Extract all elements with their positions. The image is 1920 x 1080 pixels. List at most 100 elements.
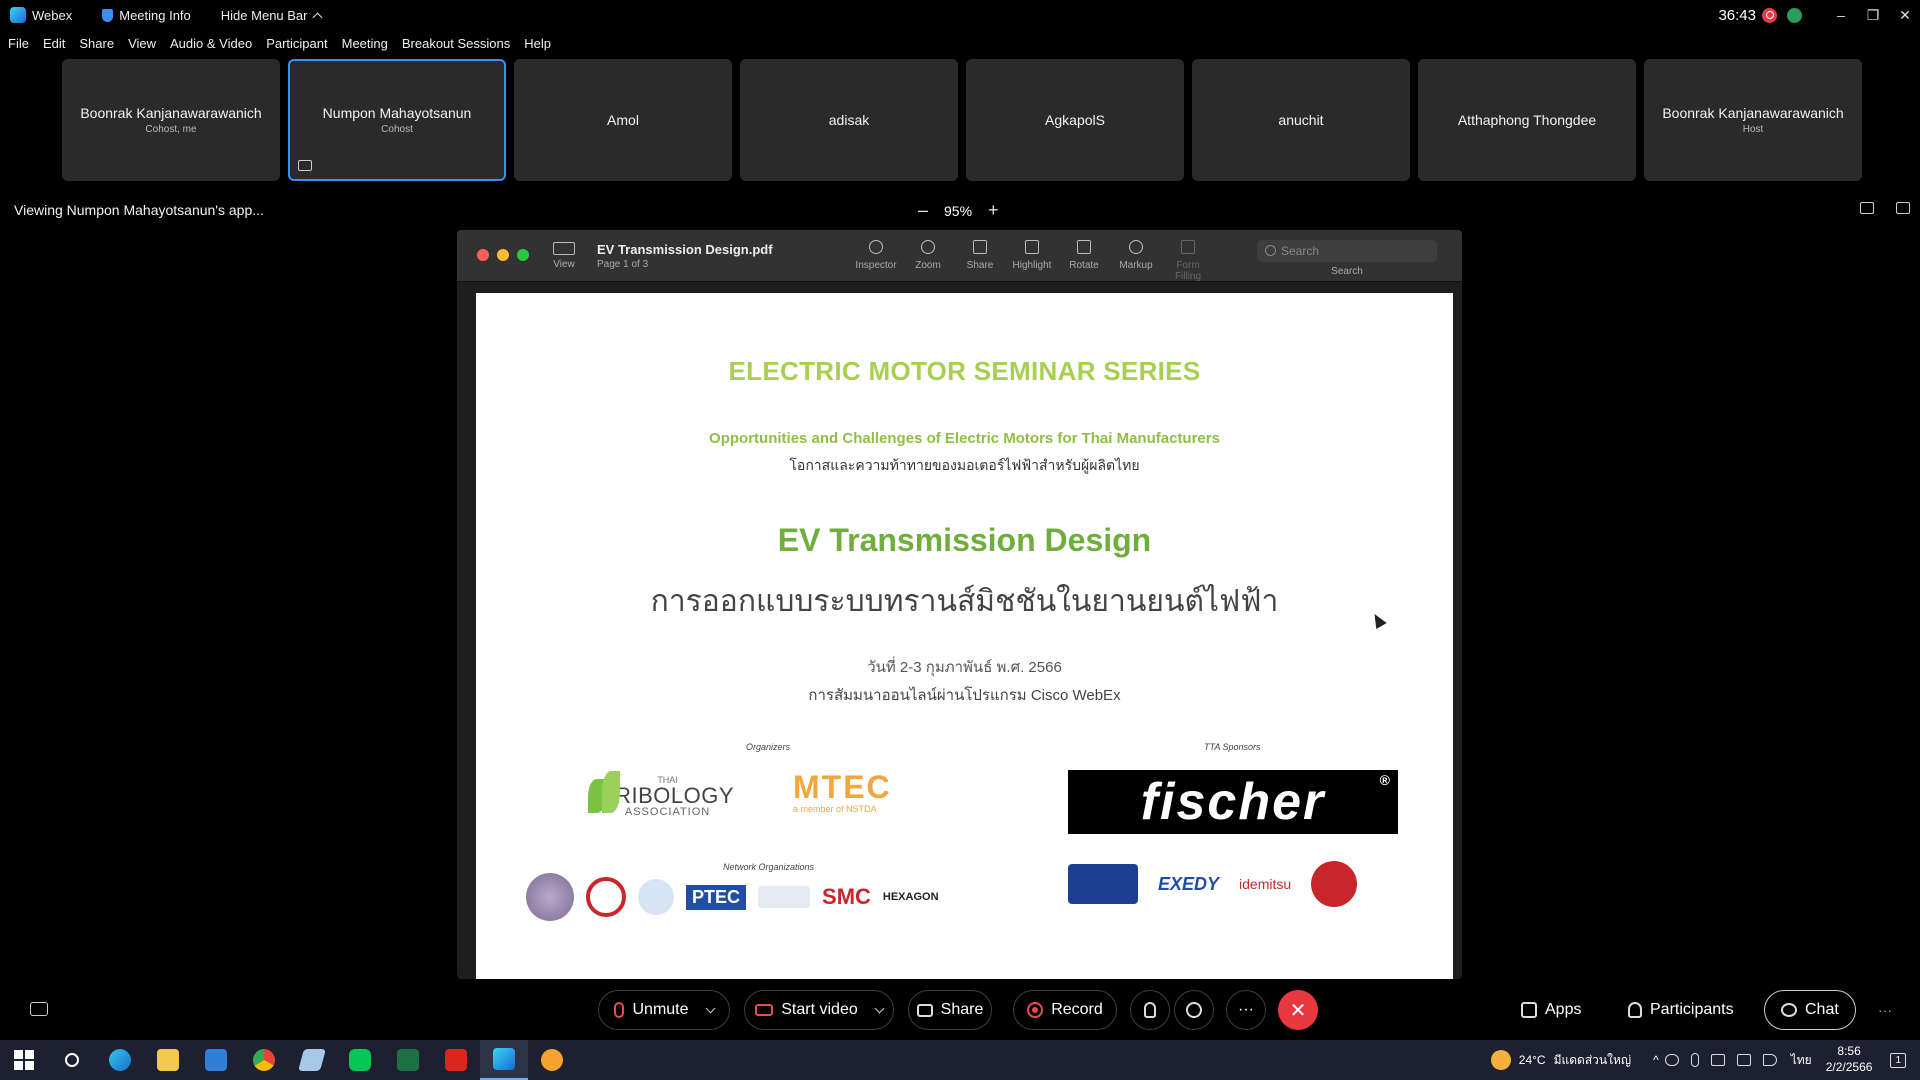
unmute-button[interactable]: Unmute (598, 990, 730, 1030)
participant-tile[interactable]: anuchit (1192, 59, 1410, 181)
page-info: Page 1 of 3 (597, 259, 649, 270)
microphone-muted-icon (614, 1002, 625, 1018)
edge-app[interactable] (96, 1040, 144, 1080)
onedrive-icon[interactable] (1664, 1054, 1679, 1066)
zoom-level: 95% (944, 202, 973, 219)
chat-button[interactable]: Chat (1764, 990, 1856, 1030)
webex-app[interactable] (480, 1040, 528, 1080)
microphone-icon[interactable] (1690, 1053, 1699, 1067)
annotate-icon[interactable] (1860, 202, 1874, 214)
recording-indicator-icon[interactable] (1762, 7, 1777, 23)
sponsors-label: TTA Sponsors (1204, 742, 1261, 752)
view-button[interactable]: View (553, 242, 575, 270)
minimize-button[interactable]: – (1826, 7, 1856, 23)
window-close-icon[interactable] (477, 249, 489, 261)
highlight-button[interactable]: Highlight (1006, 240, 1058, 282)
end-meeting-button[interactable]: ✕ (1278, 990, 1318, 1030)
menu-help[interactable]: Help (524, 36, 551, 51)
window-minimize-icon[interactable] (497, 249, 509, 261)
excel-app[interactable] (384, 1040, 432, 1080)
raise-hand-button[interactable] (1130, 990, 1170, 1030)
menu-view[interactable]: View (128, 36, 156, 51)
participant-tile[interactable]: Boonrak Kanjanawarawanich Cohost, me (62, 59, 280, 181)
chrome-app[interactable] (240, 1040, 288, 1080)
battery-icon[interactable] (1710, 1054, 1725, 1066)
meeting-info-label: Meeting Info (119, 7, 191, 23)
view-label: View (553, 259, 575, 270)
participant-tile-active[interactable]: Numpon Mahayotsanun Cohost (288, 59, 506, 181)
closed-captions-icon[interactable] (30, 1002, 48, 1016)
start-button[interactable] (0, 1040, 48, 1080)
hide-menu-bar-button[interactable]: Hide Menu Bar (211, 0, 331, 30)
menu-breakout-sessions[interactable]: Breakout Sessions (402, 36, 510, 51)
tray-overflow-icon[interactable]: ^ (1653, 1053, 1659, 1067)
document-title: EV Transmission Design.pdf (597, 242, 773, 257)
explorer-app[interactable] (144, 1040, 192, 1080)
line-app[interactable] (336, 1040, 384, 1080)
chevron-down-icon[interactable] (874, 1003, 885, 1013)
network-stats-icon[interactable] (1787, 7, 1802, 23)
inspector-button[interactable]: Inspector (850, 240, 902, 282)
participant-tile[interactable]: Amol (514, 59, 732, 181)
windows-taskbar: 24°C มีแดดส่วนใหญ่ ^ ไทย 8:56 2/2/2566 1 (0, 1040, 1920, 1080)
sidebar-icon (553, 242, 575, 255)
reactions-button[interactable] (1174, 990, 1214, 1030)
page-title-thai: การออกแบบระบบทรานส์มิชชันในยานยนต์ไฟฟ้า (650, 585, 1279, 618)
weather-temp[interactable]: 24°C (1519, 1053, 1546, 1067)
participant-tile[interactable]: AgkapolS (966, 59, 1184, 181)
share-tool-button[interactable]: Share (954, 240, 1006, 282)
sponsor-logos: EXEDY idemitsu (1068, 861, 1358, 907)
menu-file[interactable]: File (8, 36, 29, 51)
input-language[interactable]: ไทย (1791, 1051, 1812, 1070)
seminar-series-title: ELECTRIC MOTOR SEMINAR SERIES (728, 356, 1201, 386)
restore-button[interactable]: ❐ (1858, 7, 1888, 24)
pdf-search-input[interactable]: Search (1257, 240, 1437, 262)
participant-role: Host (1742, 124, 1764, 135)
overflow-button[interactable]: ··· (1878, 990, 1892, 1030)
share-button[interactable]: Share (908, 990, 992, 1030)
mail-icon (205, 1049, 227, 1071)
weather-icon[interactable] (1490, 1050, 1511, 1070)
magnifier-icon (921, 240, 935, 254)
volume-icon[interactable] (1762, 1054, 1777, 1066)
acrobat-app[interactable] (432, 1040, 480, 1080)
close-button[interactable]: ✕ (1890, 7, 1920, 24)
weather-desc[interactable]: มีแดดส่วนใหญ่ (1554, 1051, 1632, 1070)
chevron-down-icon[interactable] (705, 1003, 715, 1013)
clock[interactable]: 8:56 2/2/2566 (1826, 1044, 1873, 1075)
notes-app[interactable] (288, 1040, 336, 1080)
participant-name: Numpon Mahayotsanun (322, 105, 472, 121)
popout-share-icon[interactable] (1896, 202, 1910, 214)
acrobat-icon (445, 1049, 467, 1071)
search-taskbar-button[interactable] (48, 1040, 96, 1080)
record-button[interactable]: Record (1013, 990, 1117, 1030)
menu-share[interactable]: Share (79, 36, 114, 51)
menu-participant[interactable]: Participant (266, 36, 327, 51)
meeting-info-button[interactable]: Meeting Info (92, 0, 201, 30)
zoom-button[interactable]: Zoom (902, 240, 954, 282)
participant-tile[interactable]: Atthaphong Thongdee (1418, 59, 1636, 181)
form-filling-button[interactable]: Form Filling (1162, 240, 1214, 282)
apps-button[interactable]: Apps (1521, 990, 1581, 1030)
notification-center-icon[interactable]: 1 (1890, 1052, 1906, 1068)
misc-app[interactable] (528, 1040, 576, 1080)
network-icon[interactable] (1736, 1054, 1751, 1066)
more-options-button[interactable]: ··· (1226, 990, 1266, 1030)
rotate-button[interactable]: Rotate (1058, 240, 1110, 282)
menu-meeting[interactable]: Meeting (342, 36, 388, 51)
zoom-in-button[interactable]: + (988, 200, 999, 221)
form-icon (1181, 240, 1195, 254)
start-video-button[interactable]: Start video (744, 990, 894, 1030)
window-zoom-icon[interactable] (517, 249, 529, 261)
participant-tile[interactable]: adisak (740, 59, 958, 181)
zoom-out-button[interactable]: – (918, 200, 928, 221)
shield-icon (102, 8, 114, 22)
menu-edit[interactable]: Edit (43, 36, 65, 51)
participants-button[interactable]: Participants (1628, 990, 1734, 1030)
participant-tile[interactable]: Boonrak Kanjanawarawanich Host (1644, 59, 1862, 181)
mail-app[interactable] (192, 1040, 240, 1080)
app-menu[interactable]: Webex (0, 0, 82, 30)
markup-button[interactable]: Markup (1110, 240, 1162, 282)
app-icon (541, 1049, 563, 1071)
menu-audio-video[interactable]: Audio & Video (170, 36, 252, 51)
